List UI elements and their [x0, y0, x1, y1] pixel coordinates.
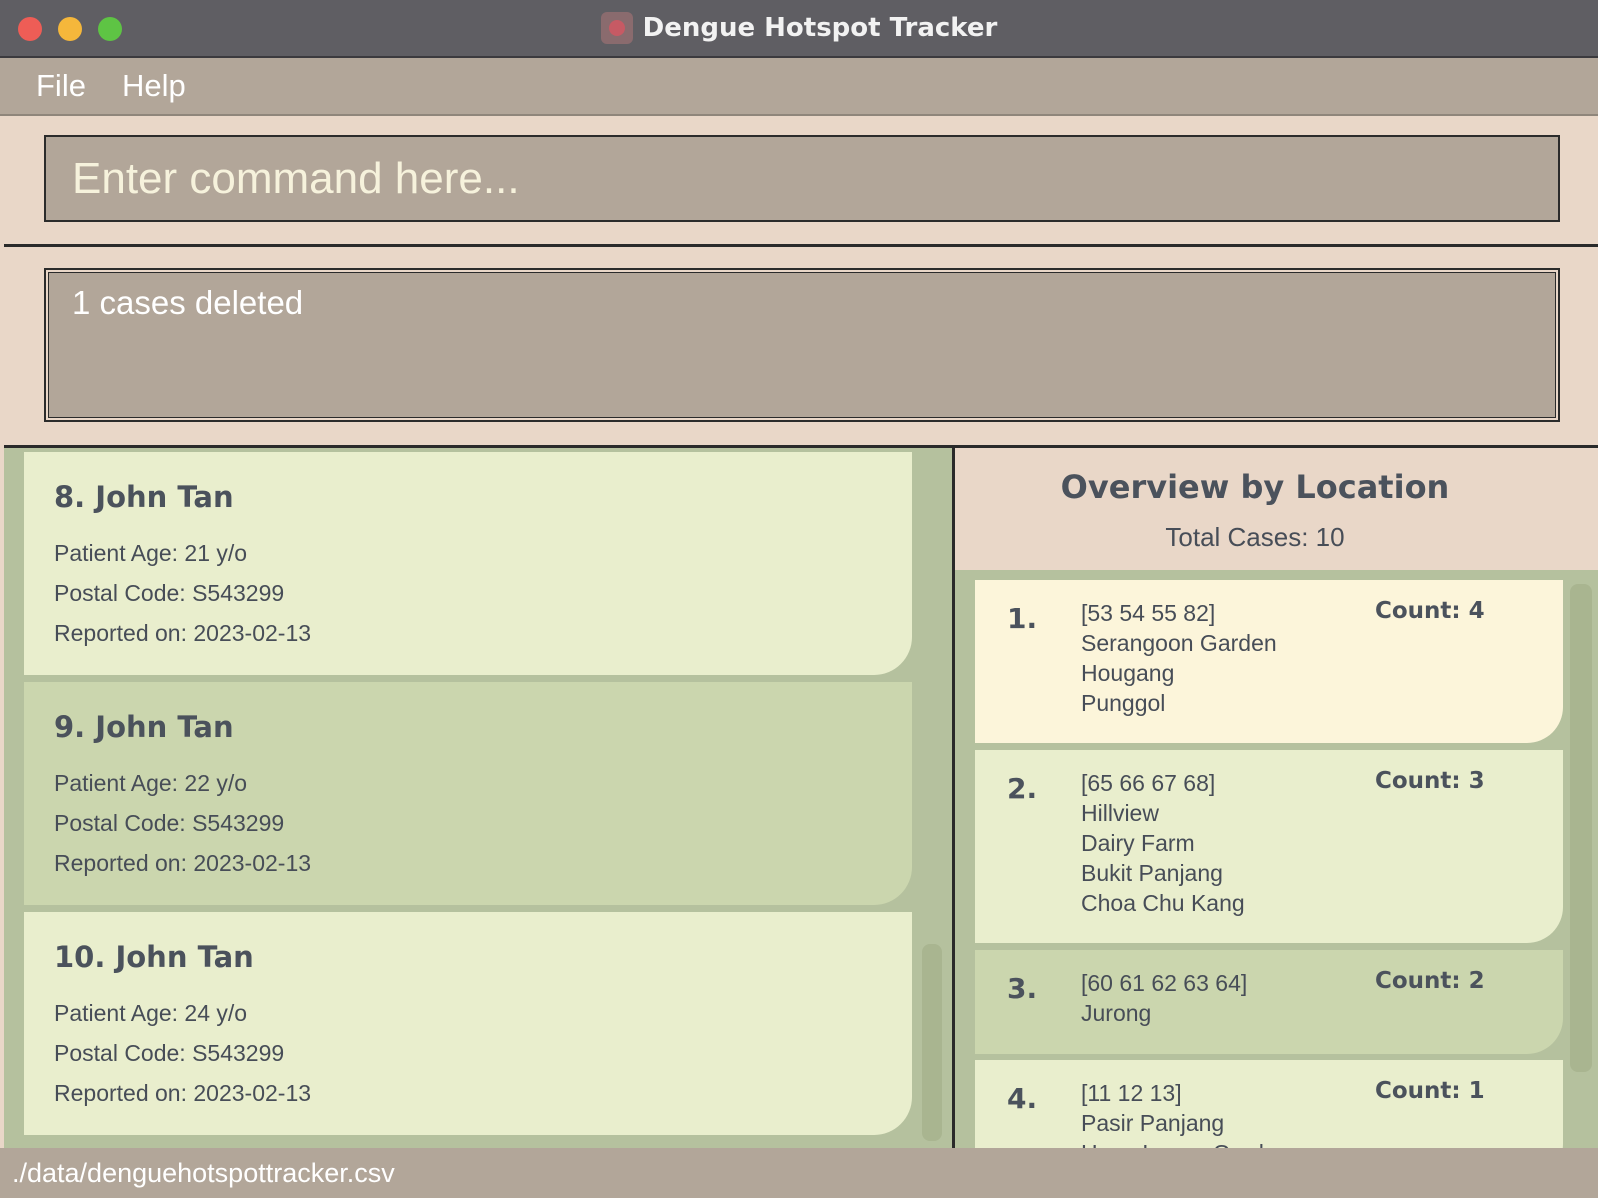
case-title: 9. John Tan [54, 710, 234, 744]
case-postal: Postal Code: S543299 [54, 1040, 285, 1066]
menu-file[interactable]: File [36, 68, 86, 104]
case-age: Patient Age: 21 y/o [54, 540, 248, 566]
app-window: Dengue Hotspot Tracker File Help 1 cases… [0, 0, 1598, 1198]
area-name: Choa Chu Kang [1081, 890, 1245, 916]
area-name: Punggol [1081, 690, 1166, 716]
status-bar: ./data/denguehotspottracker.csv [0, 1148, 1598, 1198]
case-card[interactable]: 8. John Tan Patient Age: 21 y/o Postal C… [24, 452, 912, 675]
location-details: [65 66 67 68] Hillview Dairy Farm Bukit … [1081, 768, 1245, 918]
overview-panel: Overview by Location Total Cases: 10 1. … [955, 448, 1598, 1180]
overview-header: Overview by Location Total Cases: 10 [955, 448, 1598, 570]
result-section: 1 cases deleted [4, 247, 1598, 448]
location-count: Count: 1 [1375, 1078, 1485, 1104]
postal-sectors: [60 61 62 63 64] [1081, 970, 1248, 996]
overview-scrollbar[interactable] [1570, 584, 1592, 1072]
title-wrap: Dengue Hotspot Tracker [0, 0, 1598, 56]
result-display: 1 cases deleted [44, 268, 1560, 422]
case-postal: Postal Code: S543299 [54, 580, 285, 606]
area-name: Hillview [1081, 800, 1159, 826]
command-box [44, 135, 1560, 222]
area-name: Pasir Panjang [1081, 1110, 1225, 1136]
area-name: Jurong [1081, 1000, 1152, 1026]
location-index: 4. [1007, 1082, 1038, 1115]
case-postal: Postal Code: S543299 [54, 810, 285, 836]
overview-title: Overview by Location [1060, 468, 1450, 506]
case-reported: Reported on: 2023-02-13 [54, 850, 312, 876]
window-title: Dengue Hotspot Tracker [642, 13, 998, 43]
case-card[interactable]: 10. John Tan Patient Age: 24 y/o Postal … [24, 912, 912, 1135]
area-name: Dairy Farm [1081, 830, 1195, 856]
mosquito-app-icon [600, 12, 633, 44]
total-cases: Total Cases: 10 [1165, 522, 1345, 552]
location-index: 1. [1007, 602, 1038, 635]
area-name: Bukit Panjang [1081, 860, 1223, 886]
area-name: Hougang [1081, 660, 1175, 686]
case-card[interactable]: 9. John Tan Patient Age: 22 y/o Postal C… [24, 682, 912, 905]
save-file-path: ./data/denguehotspottracker.csv [12, 1158, 395, 1188]
case-reported: Reported on: 2023-02-13 [54, 1080, 312, 1106]
location-details: [53 54 55 82] Serangoon Garden Hougang P… [1081, 598, 1277, 718]
case-list-scrollbar[interactable] [922, 944, 942, 1141]
location-card[interactable]: 2. [65 66 67 68] Hillview Dairy Farm Buk… [975, 750, 1563, 943]
title-bar: Dengue Hotspot Tracker [0, 0, 1598, 58]
menu-bar: File Help [0, 58, 1598, 116]
location-details: [60 61 62 63 64] Jurong [1081, 968, 1247, 1028]
case-title: 10. John Tan [54, 940, 254, 974]
postal-sectors: [65 66 67 68] [1081, 770, 1216, 796]
location-card[interactable]: 3. [60 61 62 63 64] Jurong Count: 2 [975, 950, 1563, 1054]
result-message: 1 cases deleted [72, 284, 304, 321]
location-card[interactable]: 1. [53 54 55 82] Serangoon Garden Hougan… [975, 580, 1563, 743]
case-age: Patient Age: 24 y/o [54, 1000, 248, 1026]
menu-help[interactable]: Help [122, 68, 186, 104]
case-age: Patient Age: 22 y/o [54, 770, 248, 796]
area-name: Serangoon Garden [1081, 630, 1277, 656]
location-count: Count: 4 [1375, 598, 1485, 624]
postal-sectors: [53 54 55 82] [1081, 600, 1216, 626]
location-count: Count: 3 [1375, 768, 1485, 794]
command-input[interactable] [46, 137, 1558, 220]
location-index: 3. [1007, 972, 1038, 1005]
case-title: 8. John Tan [54, 480, 234, 514]
case-list-panel: 8. John Tan Patient Age: 21 y/o Postal C… [4, 448, 955, 1148]
command-section [4, 116, 1598, 247]
case-reported: Reported on: 2023-02-13 [54, 620, 312, 646]
location-count: Count: 2 [1375, 968, 1485, 994]
postal-sectors: [11 12 13] [1081, 1080, 1182, 1106]
location-index: 2. [1007, 772, 1038, 805]
